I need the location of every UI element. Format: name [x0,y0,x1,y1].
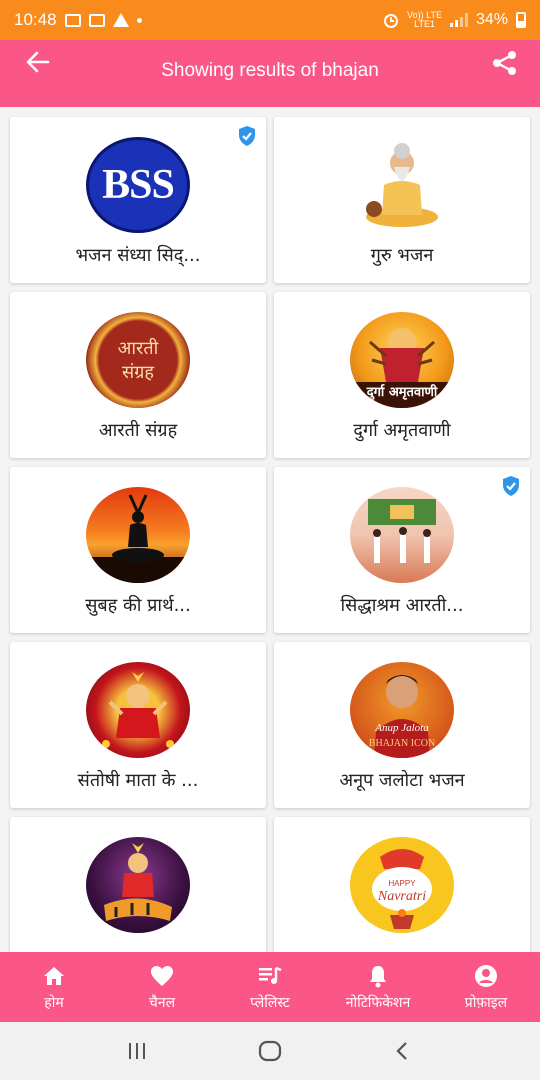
aarti-logo-text2: संग्रह [122,362,154,383]
nav-home[interactable]: होम [0,952,108,1022]
channel-title: गुरु भजन [370,245,434,266]
channel-thumbnail [86,487,190,583]
channel-title: सुबह की प्रार्थ... [85,595,191,616]
battery-icon [516,12,526,28]
channel-title: भजन संध्या सिद्... [75,245,201,266]
nav-profile[interactable]: प्रोफ़ाइल [432,952,540,1022]
system-navigation-bar [0,1022,540,1080]
nav-label: होम [44,994,64,1011]
channel-thumbnail [86,837,190,933]
channel-card[interactable]: दुर्गा अमृतवाणी दुर्गा अमृतवाणी [274,292,530,458]
channel-card[interactable]: HAPPY Navratri [274,817,530,952]
recent-apps-button[interactable] [117,1031,157,1071]
channel-title: आरती संग्रह [98,420,178,441]
durga-logo-text: दुर्गा अमृतवाणी [366,385,438,400]
channel-thumbnail: Anup Jalota BHAJAN ICON [350,662,454,758]
share-button[interactable] [490,48,526,84]
bss-logo-text: BSS [102,162,175,208]
home-system-button[interactable] [250,1031,290,1071]
channel-card[interactable]: गुरु भजन [274,117,530,283]
navratri-logo-text1: HAPPY [388,879,416,888]
status-time: 10:48 [14,10,57,29]
channel-card[interactable]: BSS भजन संध्या सिद्... [10,117,266,283]
signal-icon [449,13,468,27]
channel-title: संतोषी माता के ... [77,770,199,791]
playlist-icon [259,966,282,984]
verified-icon [503,476,519,496]
channel-card[interactable]: आरती संग्रह आरती संग्रह [10,292,266,458]
channel-card[interactable]: संतोषी माता के ... [10,642,266,808]
nav-notification[interactable]: नोटिफिकेशन [324,952,432,1022]
dot-icon [136,17,142,23]
status-bar: 10:48 Vo)) LTE LTE1 34% [0,0,540,40]
nav-label: प्लेलिस्ट [250,994,290,1011]
heart-icon [151,965,173,986]
back-system-button[interactable] [383,1031,423,1071]
bottom-navigation: होम चैनल प्लेलिस्ट नोटिफिकेशन प्रोफ़ाइल [0,952,540,1022]
bell-icon [370,965,386,987]
results-grid: BSS भजन संध्या सिद्... गुरु भजन आरती संग… [0,107,540,952]
nav-channel[interactable]: चैनल [108,952,216,1022]
carrier-indicator: Vo)) LTE LTE1 [407,11,442,29]
channel-thumbnail: आरती संग्रह [86,312,190,408]
channel-card[interactable]: सिद्धाश्रम आरती... [274,467,530,633]
chevron-left-icon [396,1042,408,1060]
nav-label: नोटिफिकेशन [345,994,411,1011]
channel-title: दुर्गा अमृतवाणी [353,420,451,441]
profile-icon [475,964,497,987]
alarm-icon [384,14,399,28]
nav-label: चैनल [148,994,176,1011]
channel-thumbnail: BSS [86,137,190,233]
laptop-icon [88,13,105,27]
home-icon [44,966,64,985]
channel-card[interactable]: सुबह की प्रार्थ... [10,467,266,633]
anup-logo-text1: Anup Jalota [375,722,429,734]
recent-apps-icon [128,1043,145,1059]
gallery-icon [64,13,81,27]
channel-title: सिद्धाश्रम आरती... [340,595,464,616]
app-bar: Showing results of bhajan [0,40,540,107]
channel-thumbnail: दुर्गा अमृतवाणी [350,312,454,408]
channel-thumbnail [350,487,454,583]
anup-logo-text2: BHAJAN ICON [368,738,436,749]
nav-playlist[interactable]: प्लेलिस्ट [216,952,324,1022]
carrier-line2: LTE1 [414,19,435,29]
channel-thumbnail [350,137,454,233]
channel-title: अनूप जलोटा भजन [339,770,465,791]
nav-label: प्रोफ़ाइल [464,994,508,1011]
share-icon [493,51,516,75]
warning-icon [112,13,129,27]
home-circle-icon [258,1040,282,1062]
channel-card[interactable]: Anup Jalota BHAJAN ICON अनूप जलोटा भजन [274,642,530,808]
channel-card[interactable] [10,817,266,952]
aarti-logo-text1: आरती [117,338,159,359]
page-title: Showing results of bhajan [161,60,379,81]
channel-thumbnail: HAPPY Navratri [350,837,454,933]
navratri-logo-text2: Navratri [377,889,427,904]
channel-thumbnail [86,662,190,758]
verified-icon [239,126,255,146]
battery-percent: 34% [475,11,508,28]
